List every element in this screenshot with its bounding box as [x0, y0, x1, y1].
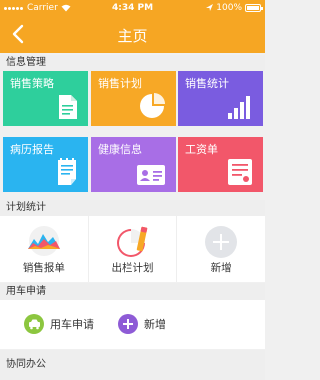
car-apply-button[interactable]: 用车申请 — [24, 314, 94, 334]
battery-percent: 100% — [216, 3, 242, 13]
tile-label: 销售统计 — [185, 77, 229, 90]
bar-chart-icon — [228, 96, 250, 119]
location-icon — [206, 4, 214, 11]
section-heading-car: 用车申请 — [0, 283, 265, 300]
status-bar: Carrier 4:34 PM 100% — [0, 0, 265, 16]
car-icon — [24, 314, 44, 334]
add-icon — [118, 314, 138, 334]
tile-health-info[interactable]: 健康信息 — [91, 137, 176, 192]
tile-sales-plan[interactable]: 销售计划 — [91, 71, 176, 126]
plan-item-add[interactable]: 新增 — [177, 216, 265, 282]
car-add-button[interactable]: 新增 — [118, 314, 166, 334]
tile-label: 销售策略 — [10, 77, 54, 90]
payslip-icon — [228, 159, 252, 185]
car-item-label: 新增 — [144, 318, 166, 331]
plan-item-label: 出栏计划 — [111, 262, 154, 274]
car-item-label: 用车申请 — [50, 318, 94, 331]
car-grid: 用车申请 新增 — [0, 300, 265, 349]
plan-item-label: 新增 — [210, 262, 232, 274]
id-card-icon — [137, 165, 165, 185]
tile-label: 销售计划 — [98, 77, 142, 90]
document-icon — [59, 95, 77, 119]
tile-sales-strategy[interactable]: 销售策略 — [3, 71, 88, 126]
section-heading-plan: 计划统计 — [0, 200, 265, 216]
tile-label: 工资单 — [185, 143, 218, 156]
tile-medical-report[interactable]: 病历报告 — [3, 137, 88, 192]
pie-pencil-icon — [116, 226, 147, 257]
area-chart-icon — [27, 226, 60, 256]
section-heading-collab: 协同办公 — [0, 350, 265, 380]
page-title: 主页 — [117, 27, 148, 45]
add-icon — [205, 226, 238, 258]
tile-label: 病历报告 — [10, 143, 54, 156]
tile-label: 健康信息 — [98, 143, 142, 156]
notepad-icon — [58, 158, 76, 185]
battery-icon — [245, 4, 263, 12]
tile-sales-stats[interactable]: 销售统计 — [178, 71, 263, 126]
tile-payslip[interactable]: 工资单 — [178, 137, 263, 192]
plan-grid: 销售报单 出栏计划 新增 — [0, 216, 265, 282]
plan-item-sales-report[interactable]: 销售报单 — [0, 216, 89, 282]
plan-item-slaughter-plan[interactable]: 出栏计划 — [89, 216, 178, 282]
pie-chart-icon — [140, 93, 165, 118]
nav-bar: 主页 — [0, 16, 265, 53]
plan-item-label: 销售报单 — [22, 262, 65, 274]
section-heading-info: 信息管理 — [0, 55, 265, 71]
